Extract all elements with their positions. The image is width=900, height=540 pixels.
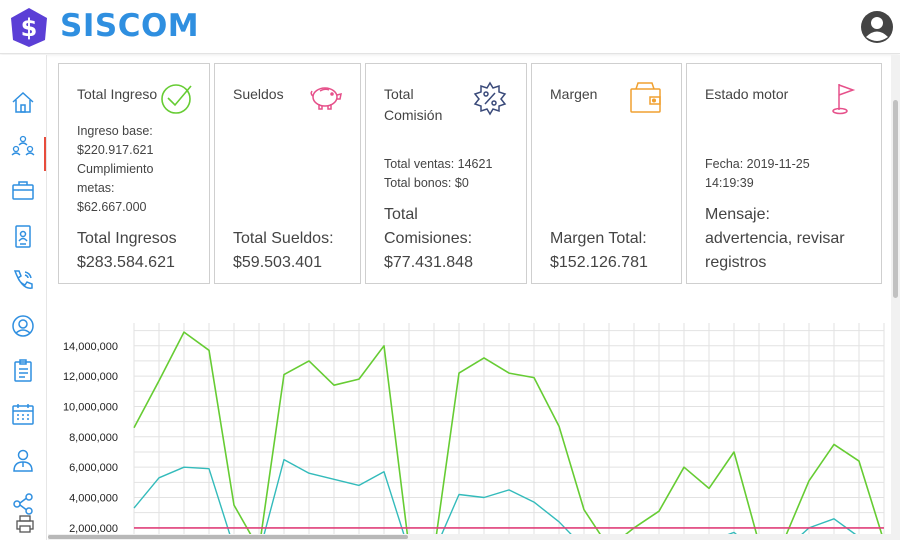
check-circle-icon <box>161 84 192 114</box>
card-title: Margen <box>550 86 598 102</box>
chart-y-tick-label: 14,000,000 <box>63 341 118 353</box>
card-total: Total Ingresos $283.584.621 <box>77 227 177 275</box>
home-icon <box>12 91 34 113</box>
total-value: $77.431.848 <box>384 254 473 271</box>
horizontal-scrollbar-thumb[interactable] <box>48 535 408 539</box>
detail-line: 14:19:39 <box>705 176 754 190</box>
sidebar-active-indicator <box>44 137 46 171</box>
piggy-bank-icon <box>310 87 342 110</box>
card-total-comision: Total Comisión Total ventas: 14621 Total… <box>365 63 527 284</box>
detail-line: Fecha: 2019-11-25 <box>705 157 810 171</box>
card-total: Total Sueldos: $59.503.401 <box>233 227 334 275</box>
total-value: $283.584.621 <box>77 254 175 271</box>
card-title: Total Ingreso <box>77 86 158 102</box>
total-label: Total Sueldos: <box>233 230 334 247</box>
dollar-hexagon-icon[interactable]: $ <box>8 6 50 48</box>
chart-y-tick-label: 8,000,000 <box>69 432 118 444</box>
sidebar-item-users[interactable] <box>8 131 38 161</box>
sidebar-item-profile[interactable] <box>8 221 38 251</box>
users-group-icon <box>11 135 35 156</box>
chart-y-tick-label: 10,000,000 <box>63 401 118 413</box>
card-total: Mensaje: advertencia, revisar registros <box>705 203 845 275</box>
message-line: registros <box>705 254 767 271</box>
sidebar-item-calendar[interactable] <box>8 399 38 429</box>
brand-name[interactable]: SISCOM <box>60 8 199 44</box>
detail-line: Total bonos: $0 <box>384 176 469 190</box>
flag-icon <box>832 84 856 115</box>
chart-y-tick-label: 12,000,000 <box>63 371 118 383</box>
sidebar-item-print[interactable] <box>14 513 36 535</box>
wallet-icon <box>630 82 661 113</box>
detail-line: $220.917.621 <box>77 143 154 157</box>
chart-y-tick-label: 4,000,000 <box>69 493 118 505</box>
chart-y-tick-label: 6,000,000 <box>69 462 118 474</box>
detail-line: Cumplimiento <box>77 162 154 176</box>
calendar-icon <box>12 404 34 425</box>
detail-line: Total ventas: 14621 <box>384 157 493 171</box>
detail-line: Ingreso base: <box>77 124 153 138</box>
card-sueldos: Sueldos Total Sueldos: $59.503.401 <box>214 63 361 284</box>
main-content: Total Ingreso Ingreso base: $220.917.621… <box>48 55 891 540</box>
vertical-scrollbar-thumb[interactable] <box>893 100 898 298</box>
total-value: $152.126.781 <box>550 254 648 271</box>
svg-text:$: $ <box>21 14 38 42</box>
card-title: Estado motor <box>705 86 789 102</box>
message-line: advertencia, revisar <box>705 230 845 247</box>
sidebar-item-support[interactable] <box>8 311 38 341</box>
card-details: Ingreso base: $220.917.621 Cumplimiento … <box>77 122 153 217</box>
user-avatar-icon[interactable] <box>860 10 894 44</box>
card-total: Total Comisiones: $77.431.848 <box>384 203 473 275</box>
card-total: Margen Total: $152.126.781 <box>550 227 648 275</box>
chart-svg: 14,000,000 12,000,000 10,000,000 8,000,000 6… <box>63 323 885 540</box>
card-title: Total Comisión <box>384 84 442 126</box>
top-bar: $ SISCOM <box>0 0 900 54</box>
sidebar-item-employees[interactable] <box>8 445 38 475</box>
sidebar-item-tasks[interactable] <box>8 355 38 385</box>
total-label: Margen Total: <box>550 230 647 247</box>
total-value: $59.503.401 <box>233 254 322 271</box>
card-details: Fecha: 2019-11-25 14:19:39 <box>705 155 810 193</box>
title-line: Comisión <box>384 107 443 123</box>
detail-line: $62.667.000 <box>77 200 147 214</box>
sidebar-item-home[interactable] <box>8 87 38 117</box>
total-label: Comisiones: <box>384 230 473 247</box>
line-chart: 14,000,000 12,000,000 10,000,000 8,000,000 6… <box>48 315 891 540</box>
sidebar-item-calls[interactable] <box>8 265 38 295</box>
sidebar-item-business[interactable] <box>8 175 38 205</box>
card-estado-motor: Estado motor Fecha: 2019-11-25 14:19:39 … <box>686 63 882 284</box>
employee-icon <box>13 449 33 472</box>
card-details: Total ventas: 14621 Total bonos: $0 <box>384 155 492 193</box>
title-line: Total <box>384 86 414 102</box>
card-margen: Margen Margen Total: $152.126.781 <box>531 63 682 284</box>
briefcase-icon <box>12 181 34 200</box>
gear-percent-icon <box>473 81 507 116</box>
detail-line: metas: <box>77 181 115 195</box>
id-badge-icon <box>15 225 31 248</box>
phone-icon <box>13 270 33 289</box>
card-total-ingreso: Total Ingreso Ingreso base: $220.917.621… <box>58 63 210 284</box>
clipboard-icon <box>14 359 32 382</box>
printer-icon <box>16 515 34 533</box>
sidebar <box>0 55 47 540</box>
total-label: Total Ingresos <box>77 230 177 247</box>
message-line: Mensaje: <box>705 206 770 223</box>
card-title: Sueldos <box>233 86 284 102</box>
support-agent-icon <box>12 315 34 337</box>
total-label: Total <box>384 206 418 223</box>
